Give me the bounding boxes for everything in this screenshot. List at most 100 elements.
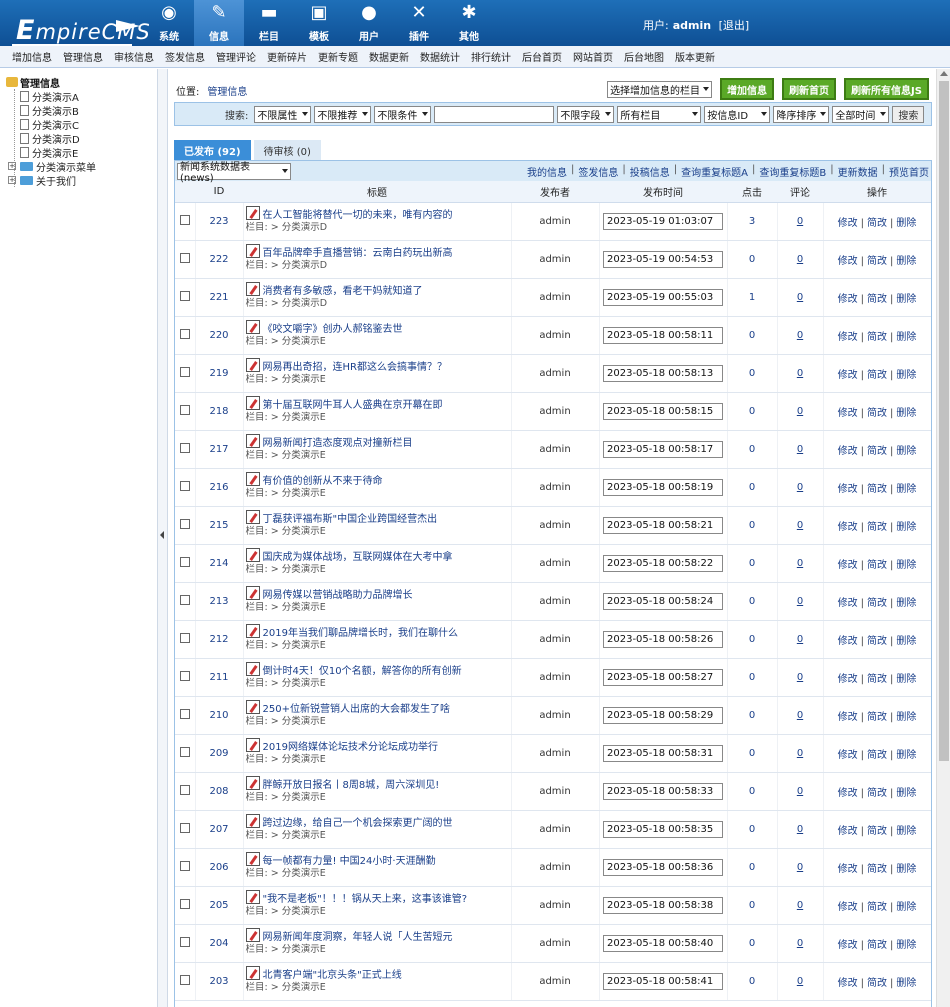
category-link[interactable]: 分类演示E xyxy=(282,374,326,385)
row-comments-link[interactable]: 0 xyxy=(797,938,803,949)
edit-doc-icon[interactable] xyxy=(245,737,260,752)
condition-select[interactable]: 不限条件 xyxy=(374,105,432,123)
row-time-input[interactable]: 2023-05-18 00:58:21 xyxy=(603,516,723,534)
topnav-item[interactable]: ✱ 其他 xyxy=(444,0,494,46)
category-link[interactable]: 分类演示E xyxy=(282,868,326,879)
quick-edit-link[interactable]: 简改 xyxy=(867,978,887,989)
category-link[interactable]: 分类演示E xyxy=(282,412,326,423)
scroll-up-icon[interactable] xyxy=(940,71,948,76)
category-link[interactable]: 分类演示D xyxy=(282,298,327,309)
recommend-select[interactable]: 不限推荐 xyxy=(314,105,372,123)
col-time[interactable]: 发布时间 xyxy=(599,181,727,203)
delete-link[interactable]: 删除 xyxy=(896,826,916,837)
row-time-input[interactable]: 2023-05-18 00:58:29 xyxy=(603,706,723,724)
row-comments-link[interactable]: 0 xyxy=(797,520,803,531)
row-comments-link[interactable]: 0 xyxy=(797,368,803,379)
refresh-home-button[interactable]: 刷新首页 xyxy=(782,78,837,100)
subnav-item[interactable]: 后台地图 xyxy=(624,49,664,64)
row-title-link[interactable]: 消费者有多敏感，看老干妈就知道了 xyxy=(263,285,423,298)
row-comments-link[interactable]: 0 xyxy=(797,406,803,417)
expand-plus-icon[interactable]: + xyxy=(8,176,16,184)
quick-edit-link[interactable]: 简改 xyxy=(867,902,887,913)
edit-link[interactable]: 修改 xyxy=(838,370,858,381)
category-link[interactable]: 分类演示D xyxy=(282,222,327,233)
category-link[interactable]: 分类演示E xyxy=(282,336,326,347)
topnav-item[interactable]: ▬ 栏目 xyxy=(244,0,294,46)
row-checkbox[interactable] xyxy=(179,670,190,681)
row-title-link[interactable]: 倒计时4天！仅10个名额，解答你的所有创新 xyxy=(263,665,462,678)
row-checkbox[interactable] xyxy=(179,860,190,871)
subnav-item[interactable]: 数据更新 xyxy=(369,49,409,64)
tree-item[interactable]: 分类演示C xyxy=(6,117,157,132)
row-checkbox[interactable] xyxy=(179,784,190,795)
delete-link[interactable]: 删除 xyxy=(896,598,916,609)
row-comments-link[interactable]: 0 xyxy=(797,824,803,835)
edit-doc-icon[interactable] xyxy=(245,585,260,600)
row-title-link[interactable]: 第十届互联网牛耳人人盛典在京开幕在即 xyxy=(263,399,443,412)
delete-link[interactable]: 删除 xyxy=(896,522,916,533)
row-title-link[interactable]: 北青客户端"北京头条"正式上线 xyxy=(263,969,402,982)
col-id[interactable]: ID xyxy=(195,181,243,203)
topnav-item[interactable]: ◉ 系统 xyxy=(144,0,194,46)
row-checkbox[interactable] xyxy=(179,974,190,985)
row-time-input[interactable]: 2023-05-18 00:58:38 xyxy=(603,896,723,914)
row-checkbox[interactable] xyxy=(179,328,190,339)
row-comments-link[interactable]: 0 xyxy=(797,216,803,227)
row-checkbox[interactable] xyxy=(179,898,190,909)
row-checkbox[interactable] xyxy=(179,214,190,225)
subnav-item[interactable]: 后台首页 xyxy=(522,49,562,64)
list-quick-link[interactable]: 查询重复标题A xyxy=(681,164,748,179)
tree-item[interactable]: 分类演示E xyxy=(6,145,157,160)
edit-link[interactable]: 修改 xyxy=(838,674,858,685)
row-checkbox[interactable] xyxy=(179,594,190,605)
tree-root[interactable]: 管理信息 xyxy=(6,75,157,90)
edit-doc-icon[interactable] xyxy=(245,319,260,334)
edit-doc-icon[interactable] xyxy=(245,281,260,296)
delete-link[interactable]: 删除 xyxy=(896,294,916,305)
edit-link[interactable]: 修改 xyxy=(838,788,858,799)
edit-link[interactable]: 修改 xyxy=(838,408,858,419)
delete-link[interactable]: 删除 xyxy=(896,864,916,875)
row-comments-link[interactable]: 0 xyxy=(797,862,803,873)
row-time-input[interactable]: 2023-05-18 00:58:17 xyxy=(603,440,723,458)
row-checkbox[interactable] xyxy=(179,632,190,643)
row-time-input[interactable]: 2023-05-18 00:58:35 xyxy=(603,820,723,838)
edit-doc-icon[interactable] xyxy=(245,471,260,486)
edit-link[interactable]: 修改 xyxy=(838,522,858,533)
list-quick-link[interactable]: 投稿信息 xyxy=(630,164,670,179)
category-link[interactable]: 分类演示E xyxy=(282,678,326,689)
row-checkbox[interactable] xyxy=(179,708,190,719)
edit-link[interactable]: 修改 xyxy=(838,598,858,609)
quick-edit-link[interactable]: 简改 xyxy=(867,750,887,761)
delete-link[interactable]: 删除 xyxy=(896,218,916,229)
row-title-link[interactable]: 每一帧都有力量! 中国24小时·天涯酬勤 xyxy=(263,855,436,868)
field-select[interactable]: 不限字段 xyxy=(557,105,615,123)
attr-select[interactable]: 不限属性 xyxy=(254,105,312,123)
edit-doc-icon[interactable] xyxy=(245,357,260,372)
subnav-item[interactable]: 排行统计 xyxy=(471,49,511,64)
quick-edit-link[interactable]: 简改 xyxy=(867,712,887,723)
category-link[interactable]: 分类演示E xyxy=(282,716,326,727)
column-filter-select[interactable]: 所有栏目 xyxy=(617,105,702,123)
list-quick-link[interactable]: 查询重复标题B xyxy=(759,164,826,179)
delete-link[interactable]: 删除 xyxy=(896,256,916,267)
subnav-item[interactable]: 更新专题 xyxy=(318,49,358,64)
category-link[interactable]: 分类演示E xyxy=(282,944,326,955)
search-button[interactable]: 搜索 xyxy=(892,105,925,123)
edit-doc-icon[interactable] xyxy=(245,775,260,790)
subnav-item[interactable]: 管理评论 xyxy=(216,49,256,64)
delete-link[interactable]: 删除 xyxy=(896,940,916,951)
edit-doc-icon[interactable] xyxy=(245,699,260,714)
row-title-link[interactable]: 丁磊获评福布斯"中国企业跨国经营杰出 xyxy=(263,513,438,526)
row-checkbox[interactable] xyxy=(179,936,190,947)
tree-item[interactable]: 分类演示A xyxy=(6,89,157,104)
row-comments-link[interactable]: 0 xyxy=(797,748,803,759)
row-checkbox[interactable] xyxy=(179,404,190,415)
category-link[interactable]: 分类演示E xyxy=(282,488,326,499)
edit-link[interactable]: 修改 xyxy=(838,484,858,495)
time-select[interactable]: 全部时间 xyxy=(832,105,890,123)
edit-doc-icon[interactable] xyxy=(245,623,260,638)
tree-folder[interactable]: + 关于我们 xyxy=(6,173,157,188)
row-comments-link[interactable]: 0 xyxy=(797,292,803,303)
delete-link[interactable]: 删除 xyxy=(896,788,916,799)
